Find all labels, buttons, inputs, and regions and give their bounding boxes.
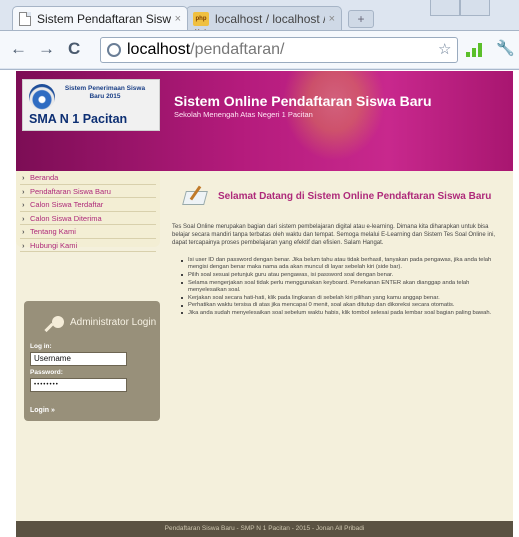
login-label: Log in: <box>30 343 52 350</box>
key-icon <box>52 316 64 328</box>
nav-item-beranda[interactable]: Beranda <box>20 171 156 185</box>
password-field[interactable]: •••••••• <box>30 378 127 392</box>
list-item: Kerjakan soal secara hati-hati, klik pad… <box>172 295 508 302</box>
list-item: Selama mengerjakan soal tidak perlu meng… <box>172 280 508 294</box>
tab-title: localhost / localhost / pe... <box>215 11 325 26</box>
site-title: Sistem Online Pendaftaran Siswa Baru <box>174 93 432 109</box>
window-minimize-button[interactable] <box>430 0 460 16</box>
list-item: Isi user ID dan password dengan benar. J… <box>172 257 508 271</box>
password-label: Password: <box>30 369 63 376</box>
globe-icon <box>107 43 121 57</box>
site-footer: Pendaftaran Siswa Baru - SMP N 1 Pacitan… <box>16 521 513 537</box>
reload-icon[interactable]: C <box>68 40 80 58</box>
main-content: Selamat Datang di Sistem Online Pendafta… <box>168 171 508 521</box>
tab-title: Sistem Pendaftaran Siswa... <box>37 11 171 26</box>
url-host: localhost <box>127 41 191 58</box>
signal-bars-icon[interactable] <box>466 43 482 57</box>
window-maximize-button[interactable] <box>460 0 490 16</box>
page-viewport: Sistem Penerimaan Siswa Baru 2015 SMA N … <box>0 71 519 537</box>
page-icon <box>19 11 31 26</box>
list-item: Pilih soal sesuai petunjuk guru atau pen… <box>172 272 508 279</box>
close-icon[interactable]: × <box>329 13 335 25</box>
nav-item-pendaftaran[interactable]: Pendaftaran Siswa Baru <box>20 185 156 198</box>
book-pen-icon <box>180 185 208 207</box>
new-tab-button[interactable]: + <box>348 10 374 28</box>
back-arrow-icon[interactable]: ← <box>10 40 27 58</box>
address-bar[interactable]: localhost /pendaftaran/ <box>100 37 458 63</box>
phpmyadmin-icon: php MyA <box>193 11 209 36</box>
welcome-heading: Selamat Datang di Sistem Online Pendafta… <box>218 191 492 202</box>
url-path: /pendaftaran/ <box>190 41 285 58</box>
nav-item-tentang-kami[interactable]: Tentang Kami <box>20 225 156 239</box>
intro-paragraph: Tes Soal Online merupakan bagian dari si… <box>172 224 496 246</box>
nav-item-calon-terdaftar[interactable]: Calon Siswa Terdaftar <box>20 198 156 212</box>
login-button[interactable]: Login » <box>30 407 55 414</box>
school-emblem-icon <box>29 84 55 110</box>
wrench-icon[interactable]: 🔧 <box>496 39 515 57</box>
forward-arrow-icon[interactable]: → <box>38 40 55 58</box>
site-container: Sistem Penerimaan Siswa Baru 2015 SMA N … <box>16 71 513 537</box>
rules-list: Isi user ID dan password dengan benar. J… <box>172 257 508 318</box>
close-icon[interactable]: × <box>175 13 181 25</box>
logo-subtitle: Sistem Penerimaan Siswa Baru 2015 <box>64 85 146 100</box>
admin-login-title: Administrator Login <box>70 317 157 328</box>
site-header: Sistem Penerimaan Siswa Baru 2015 SMA N … <box>16 71 513 171</box>
list-item: Perhatikan waktu tersisa di atas jika me… <box>172 302 508 309</box>
flower-decoration <box>274 71 394 171</box>
browser-chrome: Sistem Pendaftaran Siswa... × php MyA lo… <box>0 0 519 70</box>
sidebar: Beranda Pendaftaran Siswa Baru Calon Sis… <box>16 171 160 531</box>
site-tagline: Sekolah Menengah Atas Negeri 1 Pacitan <box>174 110 313 119</box>
admin-login-panel: Administrator Login Log in: Username Pas… <box>24 301 160 421</box>
bookmark-star-icon[interactable]: ☆ <box>438 40 451 58</box>
tab-phpmyadmin[interactable]: php MyA localhost / localhost / pe... × <box>186 6 342 36</box>
username-field[interactable]: Username <box>30 352 127 366</box>
nav-item-hubungi-kami[interactable]: Hubungi Kami <box>20 239 156 252</box>
site-logo[interactable]: Sistem Penerimaan Siswa Baru 2015 SMA N … <box>22 79 160 131</box>
nav-item-calon-diterima[interactable]: Calon Siswa Diterima <box>20 212 156 225</box>
logo-school-name: SMA N 1 Pacitan <box>29 112 128 126</box>
browser-toolbar: ← → C localhost /pendaftaran/ ☆ 🔧 <box>0 30 519 68</box>
nav-menu: Beranda Pendaftaran Siswa Baru Calon Sis… <box>16 171 160 252</box>
list-item: Jika anda sudah menyelesaikan soal sebel… <box>172 310 508 317</box>
tab-sistem-pendaftaran[interactable]: Sistem Pendaftaran Siswa... × <box>12 6 188 30</box>
